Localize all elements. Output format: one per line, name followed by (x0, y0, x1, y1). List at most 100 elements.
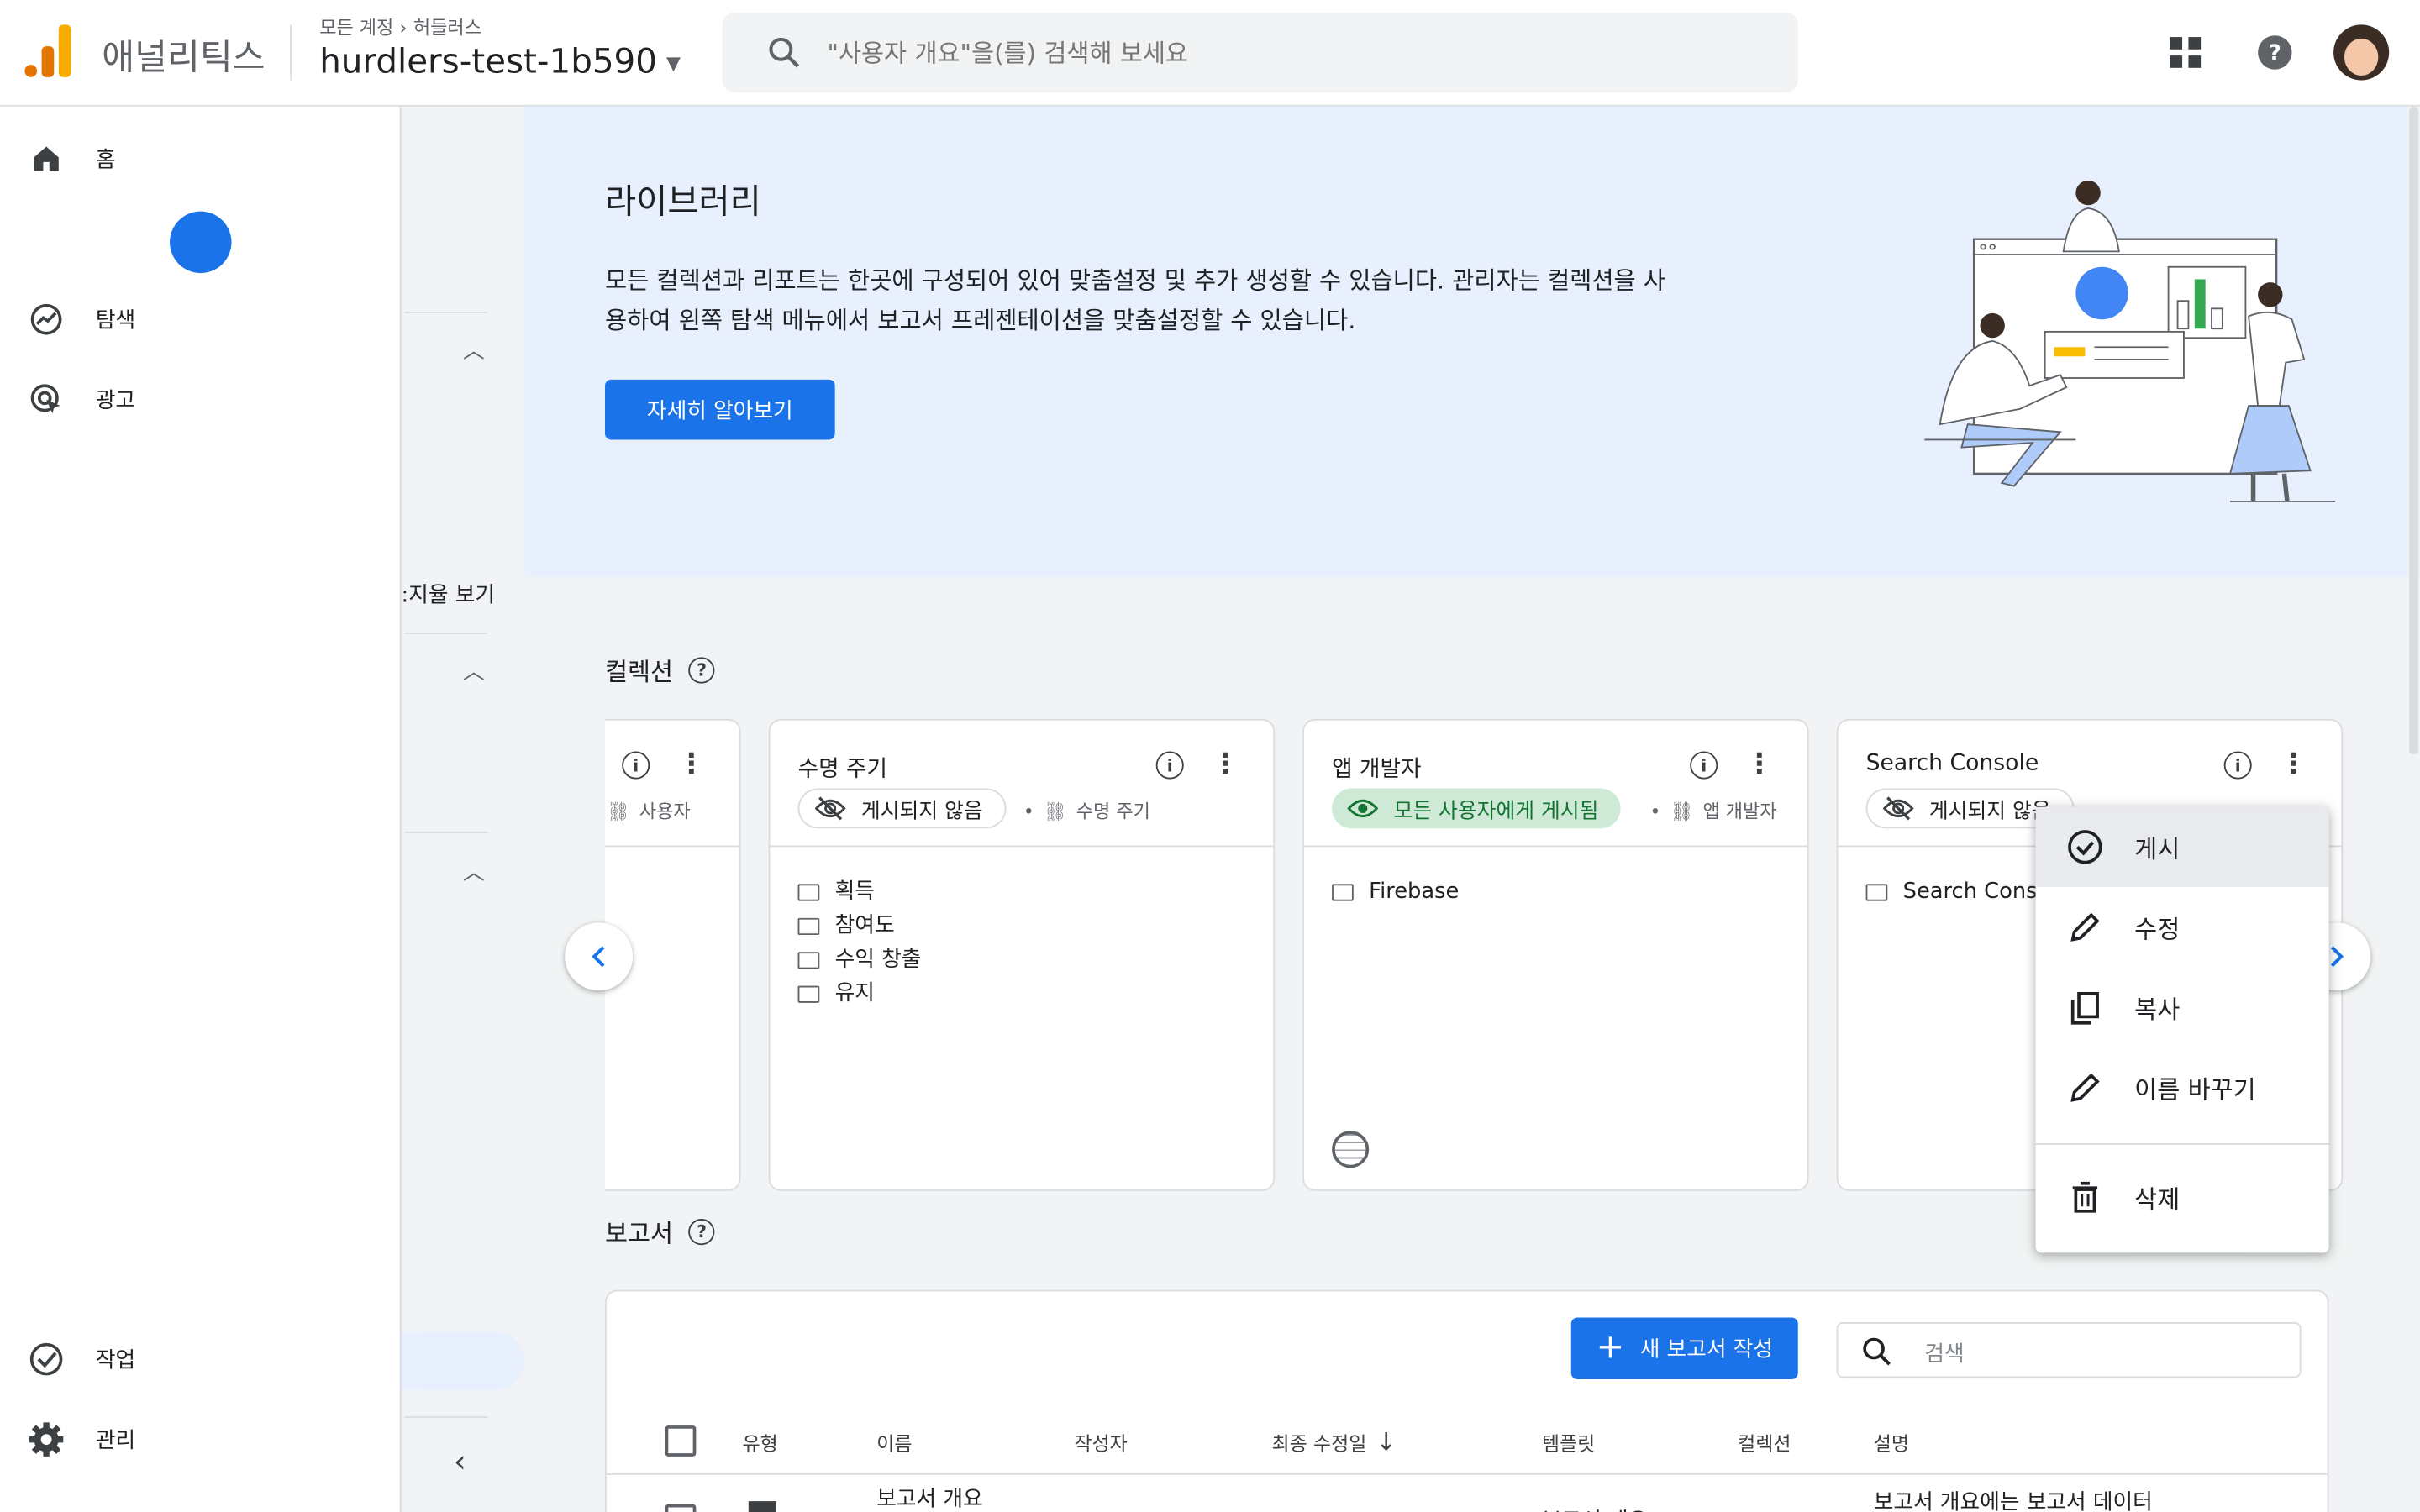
property-name: hurdlers-test-1b590 (319, 43, 657, 82)
breadcrumb-root[interactable]: 모든 계정 (319, 14, 393, 40)
banner-description: 모든 컬렉션과 리포트는 한곳에 구성되어 있어 맞춤설정 및 추가 생성할 수… (604, 266, 1665, 335)
select-all-checkbox[interactable] (665, 1425, 697, 1457)
learn-more-button[interactable]: 자세히 알아보기 (604, 379, 835, 440)
folder-icon (797, 984, 820, 1002)
globe-icon (1332, 1131, 1370, 1168)
pencil-icon (2070, 1073, 2100, 1102)
nav-item-advertising[interactable]: 광고 (28, 381, 135, 418)
card-meta: • ⛓ 앱 개발자 (1649, 800, 1777, 822)
carousel-prev-button[interactable] (565, 922, 634, 991)
property-selector[interactable]: hurdlers-test-1b590 ▼ (319, 43, 681, 81)
caret-down-icon: ▼ (666, 51, 681, 74)
column-header-template[interactable]: 템플릿 (1542, 1427, 1595, 1457)
notification-dot (170, 211, 232, 274)
column-header-name[interactable]: 이름 (876, 1427, 912, 1457)
info-icon[interactable]: i (622, 751, 650, 780)
menu-item-delete[interactable]: 삭제 (2036, 1158, 2329, 1238)
page-scrollbar[interactable] (2407, 106, 2420, 1512)
menu-item-rename[interactable]: 이름 바꾸기 (2036, 1047, 2329, 1128)
more-vert-icon[interactable]: ⋮ (2280, 747, 2307, 784)
column-header-author[interactable]: 작성자 (1074, 1427, 1127, 1457)
divider (404, 831, 488, 833)
breadcrumb[interactable]: 모든 계정 › 허들러스 (319, 14, 481, 40)
info-icon[interactable]: i (2223, 751, 2252, 780)
secondary-nav-active-item[interactable] (401, 1331, 525, 1390)
divider (404, 633, 488, 634)
collapse-chevron-left-icon[interactable]: ‹ (454, 1442, 466, 1479)
nav-label-advertising: 광고 (95, 388, 136, 414)
menu-item-edit[interactable]: 수정 (2036, 887, 2329, 968)
divider (404, 312, 488, 313)
more-vert-icon[interactable]: ⋮ (677, 747, 705, 784)
menu-item-copy[interactable]: 복사 (2036, 968, 2329, 1048)
card-folder-list: 획득 참여도 수익 창출 유지 (797, 874, 922, 1011)
collection-card-app-developer[interactable]: 앱 개발자 i ⋮ 모든 사용자에게 게시됨 • ⛓ 앱 개발자 Firebase (1302, 718, 1809, 1191)
folder-icon (1865, 883, 1888, 900)
gear-icon (29, 1422, 64, 1457)
nav-label-tasks: 작업 (95, 1348, 136, 1373)
nav-item-admin[interactable]: 관리 (28, 1421, 135, 1458)
new-report-button[interactable]: + 새 보고서 작성 (1570, 1317, 1798, 1380)
library-banner: 라이브러리 모든 컬렉션과 리포트는 한곳에 구성되어 있어 맞춤설정 및 추가… (524, 106, 2420, 577)
nav-item-tasks[interactable]: 작업 (28, 1341, 135, 1378)
info-icon[interactable]: i (1690, 751, 1718, 780)
collection-card-lifecycle[interactable]: 수명 주기 i ⋮ 게시되지 않음 • ⛓ 수명 주기 획득 참여도 수익 창출 … (768, 718, 1276, 1191)
nav-item-home[interactable]: 홈 (28, 140, 116, 177)
table-divider (606, 1473, 2328, 1475)
list-item[interactable]: 획득 (797, 874, 922, 908)
collections-help-icon[interactable]: ? (688, 656, 715, 683)
app-name: 애널리틱스 (102, 38, 266, 79)
report-name[interactable]: 보고서 개요 (876, 1483, 982, 1512)
analytics-logo-icon[interactable] (24, 24, 71, 77)
secondary-nav-panel: ︿ :지율 보기 ︿ ︿ ‹ (401, 106, 525, 1512)
reports-title: 보고서 (604, 1218, 674, 1248)
nav-label-admin: 관리 (95, 1428, 136, 1454)
column-header-description[interactable]: 설명 (1874, 1427, 1909, 1457)
help-icon[interactable]: ? (2244, 22, 2306, 83)
nav-item-explore[interactable]: 탐색 (28, 301, 135, 338)
header-actions: ? (2154, 22, 2390, 83)
more-vert-icon[interactable]: ⋮ (1212, 747, 1239, 784)
chevron-up-icon[interactable]: ︿ (463, 856, 485, 887)
report-search[interactable]: 검색 (1836, 1322, 2302, 1378)
visibility-icon (1347, 799, 1379, 818)
chevron-up-icon[interactable]: ︿ (463, 656, 485, 687)
plus-icon: + (1596, 1328, 1625, 1368)
more-vert-icon[interactable]: ⋮ (1745, 747, 1773, 784)
user-avatar[interactable] (2333, 24, 2390, 81)
list-item[interactable]: 유지 (797, 977, 922, 1011)
secondary-nav-item[interactable]: :지율 보기 (402, 579, 495, 610)
collections-header: 컬렉션 ? (605, 651, 715, 688)
report-search-input[interactable]: 검색 (1924, 1337, 1964, 1368)
reports-help-icon[interactable]: ? (688, 1218, 715, 1245)
list-item[interactable]: Firebase (1332, 874, 1459, 908)
pencil-icon (2070, 912, 2100, 942)
card-header: 앱 개발자 i ⋮ 모든 사용자에게 게시됨 • ⛓ 앱 개발자 (1304, 721, 1807, 848)
svg-text:?: ? (2269, 41, 2281, 66)
status-badge-unpublished: 게시되지 않음 (797, 788, 1007, 829)
column-header-collection[interactable]: 컬렉션 (1738, 1427, 1791, 1457)
reports-header: 보고서 ? (605, 1213, 715, 1250)
collections-title: 컬렉션 (604, 657, 674, 687)
link-icon: ⛓ (1670, 800, 1694, 822)
column-header-type[interactable]: 유형 (742, 1427, 777, 1457)
report-description: 보고서 개요에는 보고서 데이터 (1873, 1490, 2153, 1512)
menu-item-publish[interactable]: 게시 (2035, 806, 2329, 888)
row-checkbox[interactable] (665, 1504, 697, 1512)
advertising-icon (30, 384, 60, 414)
chevron-up-icon[interactable]: ︿ (463, 335, 485, 366)
list-item[interactable]: 수익 창출 (797, 942, 921, 976)
link-icon: ⛓ (1043, 800, 1067, 822)
list-item[interactable]: 참여도 (797, 909, 922, 942)
report-type-icon (748, 1501, 776, 1512)
breadcrumb-account[interactable]: 허들러스 (413, 14, 481, 40)
nav-label-explore: 탐색 (95, 308, 136, 333)
chevron-left-icon (592, 946, 605, 968)
search-input[interactable] (827, 12, 1754, 93)
column-header-last-modified[interactable]: 최종 수정일 ↓ (1271, 1427, 1397, 1457)
scrollbar-thumb[interactable] (2409, 106, 2419, 755)
info-icon[interactable]: i (1155, 751, 1184, 780)
apps-grid-icon[interactable] (2154, 22, 2216, 83)
status-badge-published: 모든 사용자에게 게시됨 (1332, 788, 1621, 829)
global-search[interactable] (722, 12, 1798, 93)
